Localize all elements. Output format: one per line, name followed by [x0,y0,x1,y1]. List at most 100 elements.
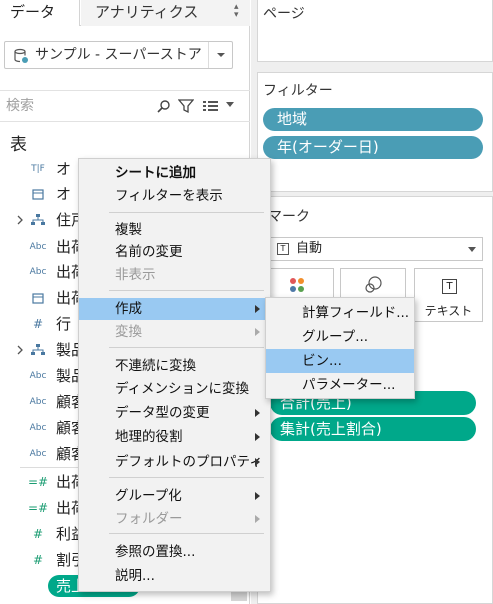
string-type-icon: Abc [29,371,47,381]
menu-item[interactable]: 参照の置換... [79,541,270,563]
text-button[interactable]: T テキスト [414,268,483,322]
menu-item[interactable]: 名前の変更 [79,241,270,263]
menu-item-label: 作成 [115,301,142,317]
boolean-type-icon: T|F [31,164,45,174]
submenu-item[interactable]: 計算フィールド... [266,301,414,325]
menu-separator [109,212,264,213]
chevron-right-icon[interactable] [17,215,23,225]
field-label: オ [56,160,72,178]
chevron-down-icon[interactable] [208,42,232,68]
menu-item[interactable]: フォルダー [79,508,270,530]
search-bar [0,90,250,122]
filters-title: フィルター [263,83,333,99]
menu-item[interactable]: 非表示 [79,264,270,286]
hierarchy-icon [28,212,48,228]
pages-title: ページ [263,6,305,22]
text-mark-icon: T [442,279,457,294]
search-input[interactable] [6,96,166,116]
chevron-down-icon [468,247,476,253]
chevron-right-icon [255,409,260,417]
menu-item[interactable]: シートに追加 [79,162,270,184]
menu-item-label: データ型の変更 [115,405,210,421]
menu-item-label: 非表示 [115,267,156,283]
menu-item-label: シートに追加 [115,165,196,181]
number-type-icon: =# [28,501,49,515]
submenu-item-label: パラメーター... [302,377,396,393]
search-icon[interactable] [157,99,171,113]
datasource-select[interactable]: サンプル - スーパーストア [4,41,233,69]
string-type-icon: Abc [29,267,47,277]
menu-item-label: フォルダー [115,511,183,527]
color-icon [289,277,305,293]
datasource-label: サンプル - スーパーストア [35,47,202,63]
menu-item[interactable]: 説明... [79,565,270,587]
menu-item[interactable]: グループ化 [79,485,270,507]
tab-analytics[interactable]: アナリティクス [81,0,250,26]
string-type-icon: Abc [29,242,47,252]
number-type-icon: # [32,317,44,331]
chevron-right-icon[interactable] [17,345,23,355]
menu-item-label: 参照の置換... [115,544,196,560]
section-title: 表 [10,135,27,155]
list-view-icon[interactable] [203,100,219,112]
context-menu: シートに追加フィルターを表示 複製名前の変更非表示作成変換不連続に変換ディメンショ… [78,158,271,592]
database-icon [13,48,29,64]
filter-pill-order-year[interactable]: 年(オーダー日) [263,136,483,159]
mark-type-label: 自動 [296,241,323,256]
tab-data[interactable]: データ [0,0,80,26]
menu-item[interactable]: ディメンションに変換 [79,378,270,400]
menu-item-label: グループ化 [115,488,182,504]
menu-item-label: フィルターを表示 [115,188,223,204]
pane-tabs: データ アナリティクス ▴ ▾ [0,0,250,26]
filter-icon[interactable] [178,98,194,114]
menu-item[interactable]: 複製 [79,219,270,241]
menu-item-label: 地理的役割 [115,429,183,445]
menu-separator [109,477,264,478]
chevron-right-icon [255,458,260,466]
menu-item-label: 説明... [115,568,155,584]
chevron-down-icon[interactable] [226,102,234,108]
filter-pill-region[interactable]: 地域 [263,108,483,131]
submenu-item[interactable]: パラメーター... [266,373,414,397]
submenu-item[interactable]: グループ... [266,325,414,349]
calendar-icon [28,186,48,202]
menu-item-label: デフォルトのプロパティ [115,454,263,470]
menu-item[interactable]: デフォルトのプロパティ [79,451,270,473]
menu-item[interactable]: 変換 [79,321,270,343]
menu-item-label: 不連続に変換 [115,358,196,374]
menu-item-label: 複製 [115,222,142,238]
chevron-right-icon [255,433,260,441]
menu-item-label: 名前の変更 [115,244,183,260]
submenu-item[interactable]: ビン... [266,349,414,373]
number-type-icon: # [32,527,44,541]
calendar-icon [28,290,48,306]
number-type-icon: =# [28,475,49,489]
submenu-item-label: ビン... [302,353,342,369]
menu-separator [109,533,264,534]
text-button-label: テキスト [424,304,473,318]
string-type-icon: Abc [29,397,47,407]
menu-item[interactable]: データ型の変更 [79,402,270,424]
chevron-right-icon [255,328,260,336]
chevron-right-icon [255,515,260,523]
field-label: 行 [56,315,72,333]
tab-scroll-icon[interactable]: ▴ ▾ [234,3,242,20]
menu-item-label: 変換 [115,324,142,340]
text-mark-icon: T [277,243,289,255]
menu-item[interactable]: 作成 [79,298,270,320]
mark-type-select[interactable]: T 自動 [268,237,483,261]
menu-item[interactable]: 地理的役割 [79,426,270,448]
size-icon [364,276,382,294]
menu-item-label: ディメンションに変換 [115,381,250,397]
string-type-icon: Abc [29,449,47,459]
create-submenu: 計算フィールド... グループ... ビン... パラメーター... [265,297,415,399]
menu-separator [109,347,264,348]
menu-separator [109,290,264,291]
chevron-right-icon [255,492,260,500]
measure-pill-sales-ratio[interactable]: 集計(売上割合) [270,417,476,441]
menu-item[interactable]: 不連続に変換 [79,355,270,377]
submenu-item-label: 計算フィールド... [302,305,410,321]
menu-item[interactable]: フィルターを表示 [79,185,270,207]
marks-title: マーク [268,209,310,225]
string-type-icon: Abc [29,423,47,433]
